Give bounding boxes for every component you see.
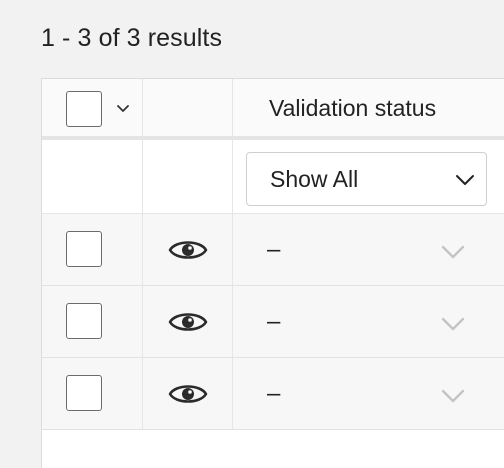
view-column-header xyxy=(142,79,232,136)
row-select-cell xyxy=(42,358,142,429)
column-title: Validation status xyxy=(269,95,437,121)
eye-icon[interactable] xyxy=(168,235,208,265)
eye-icon[interactable] xyxy=(168,307,208,337)
row-status-cell: – xyxy=(232,358,504,429)
row-view-cell xyxy=(142,358,232,429)
chevron-down-icon[interactable] xyxy=(440,242,466,262)
filter-cell-empty xyxy=(142,140,232,213)
row-status-cell: – xyxy=(232,214,504,285)
results-table: Validation status Show All – – – xyxy=(41,78,504,468)
filter-selected-value: Show All xyxy=(270,166,359,192)
validation-status-filter-select[interactable]: Show All xyxy=(246,152,487,206)
eye-icon[interactable] xyxy=(168,379,208,409)
chevron-down-icon xyxy=(456,175,474,185)
row-checkbox[interactable] xyxy=(66,375,102,411)
row-view-cell xyxy=(142,286,232,357)
row-view-cell xyxy=(142,214,232,285)
table-row: – xyxy=(42,358,504,430)
row-select-cell xyxy=(42,214,142,285)
validation-status-column-header[interactable]: Validation status xyxy=(232,79,504,136)
results-count: 1 - 3 of 3 results xyxy=(41,24,223,52)
chevron-down-icon[interactable] xyxy=(440,314,466,334)
validation-status-value: – xyxy=(267,380,281,407)
validation-status-filter-cell: Show All xyxy=(232,140,504,213)
table-row: – xyxy=(42,214,504,286)
filter-cell-empty xyxy=(42,140,142,213)
row-checkbox[interactable] xyxy=(66,303,102,339)
validation-status-value: – xyxy=(267,236,281,263)
chevron-down-icon[interactable] xyxy=(114,99,132,117)
table-header-row: Validation status xyxy=(42,79,504,140)
chevron-down-icon[interactable] xyxy=(440,386,466,406)
row-status-cell: – xyxy=(232,286,504,357)
row-checkbox[interactable] xyxy=(66,231,102,267)
table-filter-row: Show All xyxy=(42,140,504,214)
select-column-header xyxy=(42,79,142,136)
validation-status-value: – xyxy=(267,308,281,335)
select-all-checkbox[interactable] xyxy=(66,91,102,127)
row-select-cell xyxy=(42,286,142,357)
table-row: – xyxy=(42,286,504,358)
